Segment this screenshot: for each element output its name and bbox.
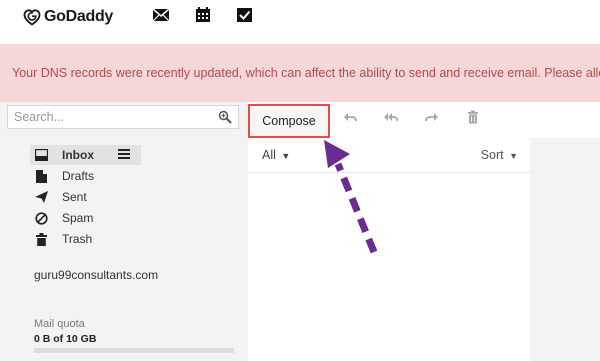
folder-label: Trash [62, 232, 93, 246]
godaddy-logo[interactable]: GoDaddy [22, 5, 113, 29]
forward-icon[interactable] [425, 110, 439, 124]
sort-dropdown[interactable]: Sort ▼ [481, 148, 518, 162]
folder-trash[interactable]: Trash [34, 230, 92, 248]
trash-icon [34, 232, 48, 246]
calendar-icon[interactable] [194, 7, 212, 23]
mail-icon[interactable] [152, 7, 170, 23]
sent-icon [34, 190, 48, 204]
mail-quota-bar [34, 348, 234, 353]
reply-icon[interactable] [343, 110, 357, 124]
account-email: guru99consultants.com [34, 268, 159, 282]
folder-menu-icon[interactable] [117, 147, 131, 161]
inbox-icon [34, 148, 48, 162]
mail-quota-value: 0 B of 10 GB [34, 333, 97, 345]
search-box[interactable] [7, 105, 239, 129]
filter-dropdown[interactable]: All ▼ [262, 148, 290, 162]
brand-name: GoDaddy [44, 8, 114, 25]
folder-label: Spam [62, 211, 94, 225]
folder-label: Sent [62, 190, 87, 204]
reply-all-icon[interactable] [384, 110, 398, 124]
folder-inbox[interactable]: Inbox [34, 146, 94, 164]
folder-spam[interactable]: Spam [34, 209, 93, 227]
delete-icon[interactable] [466, 110, 480, 124]
filter-label: All [262, 148, 276, 162]
caret-down-icon: ▼ [281, 151, 291, 161]
reading-pane [530, 138, 600, 361]
folder-label: Drafts [62, 169, 95, 183]
folder-label: Inbox [62, 148, 94, 162]
dns-warning-banner: Your DNS records were recently updated, … [0, 44, 600, 102]
search-input[interactable] [8, 106, 215, 128]
tasks-icon[interactable] [236, 7, 254, 23]
caret-down-icon: ▼ [509, 151, 518, 161]
top-bar: GoDaddy [0, 0, 600, 40]
search-icon[interactable] [218, 110, 232, 124]
compose-button[interactable]: Compose [248, 104, 330, 138]
mail-quota-label: Mail quota [34, 318, 85, 330]
folder-sent[interactable]: Sent [34, 188, 87, 206]
spam-icon [34, 211, 48, 225]
godaddy-logo-icon [23, 9, 41, 26]
folder-drafts[interactable]: Drafts [34, 167, 94, 185]
sort-label: Sort [480, 148, 504, 162]
draft-icon [34, 169, 48, 183]
